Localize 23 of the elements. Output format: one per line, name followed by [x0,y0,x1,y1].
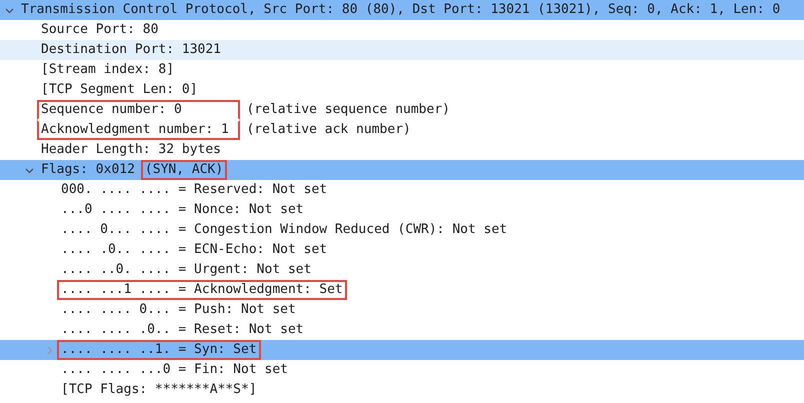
field-label[interactable]: .... .... .0.. = Reset: Not set [57,320,308,340]
field-label[interactable]: [TCP Flags: *******A**S*] [57,380,261,400]
field-label[interactable]: 000. .... .... = Reserved: Not set [57,180,332,200]
field-label[interactable]: .... ..0. .... = Urgent: Not set [57,260,316,280]
field-label[interactable]: .... 0... .... = Congestion Window Reduced (CWR): Not set [57,220,512,240]
field-label[interactable]: Flags: 0x012 [37,160,139,180]
field-label[interactable]: Header Length: 32 bytes [37,140,226,160]
field-label[interactable]: Destination Port: 13021 [37,40,226,60]
tree-row[interactable]: Destination Port: 13021 [0,40,804,60]
field-label[interactable]: [Stream index: 8] [37,60,178,80]
field-label[interactable]: [TCP Segment Len: 0] [37,80,202,100]
field-label[interactable]: .... .... ...0 = Fin: Not set [57,360,292,380]
field-note: (SYN, ACK) [140,160,228,180]
field-label[interactable]: ...0 .... .... = Nonce: Not set [57,200,308,220]
tree-row[interactable]: Flags: 0x012 (SYN, ACK) [0,160,804,180]
tree-row[interactable]: .... .... ..1. = Syn: Set [0,340,804,360]
field-label[interactable]: .... .... 0... = Push: Not set [57,300,300,320]
field-note: (relative ack number) [245,121,412,139]
field-label[interactable]: Source Port: 80 [37,20,162,40]
field-note: (relative sequence number) [245,101,451,119]
field-label[interactable]: .... .0.. .... = ECN-Echo: Not set [57,240,332,260]
field-label[interactable]: .... ...1 .... = Acknowledgment: Set [57,280,347,300]
field-label[interactable]: .... .... ..1. = Syn: Set [57,340,261,360]
